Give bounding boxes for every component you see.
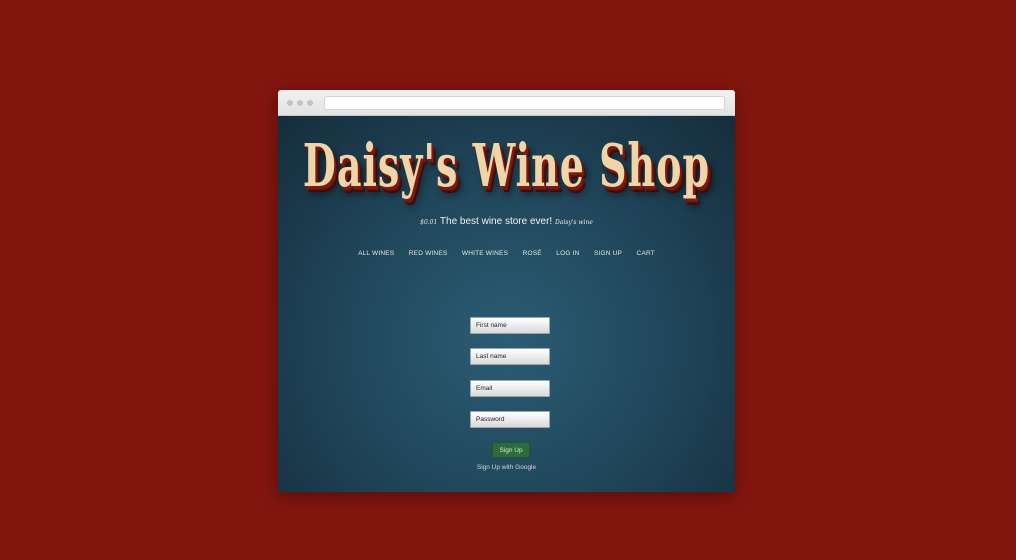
email-input[interactable] [470, 380, 550, 397]
window-maximize-dot-icon[interactable] [307, 100, 313, 106]
browser-chrome [278, 90, 735, 116]
nav-item-red-wines[interactable]: RED WINES [409, 250, 448, 257]
nav-item-all-wines[interactable]: ALL WINES [358, 250, 394, 257]
sign-up-button[interactable]: Sign Up [492, 442, 530, 458]
nav-item-sign-up[interactable]: SIGN UP [594, 250, 622, 257]
first-name-input[interactable] [470, 317, 550, 334]
site-logo[interactable]: Daisy's Wine Shop [278, 130, 735, 200]
window-close-dot-icon[interactable] [287, 100, 293, 106]
page-content: Daisy's Wine Shop $0.01 The best wine st… [278, 116, 735, 492]
browser-window: Daisy's Wine Shop $0.01 The best wine st… [278, 90, 735, 492]
nav-item-white-wines[interactable]: WHITE WINES [462, 250, 508, 257]
password-input[interactable] [470, 411, 550, 428]
nav-item-rose[interactable]: ROSÉ [523, 250, 542, 257]
tagline: $0.01 The best wine store ever! Daisy's … [278, 216, 735, 227]
address-bar[interactable] [324, 96, 725, 110]
last-name-input[interactable] [470, 348, 550, 365]
window-minimize-dot-icon[interactable] [297, 100, 303, 106]
sign-up-google-link[interactable]: Sign Up with Google [278, 464, 735, 471]
tagline-suffix: Daisy's wine [554, 219, 593, 226]
nav-item-log-in[interactable]: LOG IN [556, 250, 579, 257]
tagline-text: The best wine store ever! [439, 216, 553, 227]
nav-item-cart[interactable]: CART [637, 250, 655, 257]
tagline-prefix: $0.01 [420, 219, 438, 226]
main-nav: ALL WINES RED WINES WHITE WINES ROSÉ LOG… [278, 242, 735, 260]
